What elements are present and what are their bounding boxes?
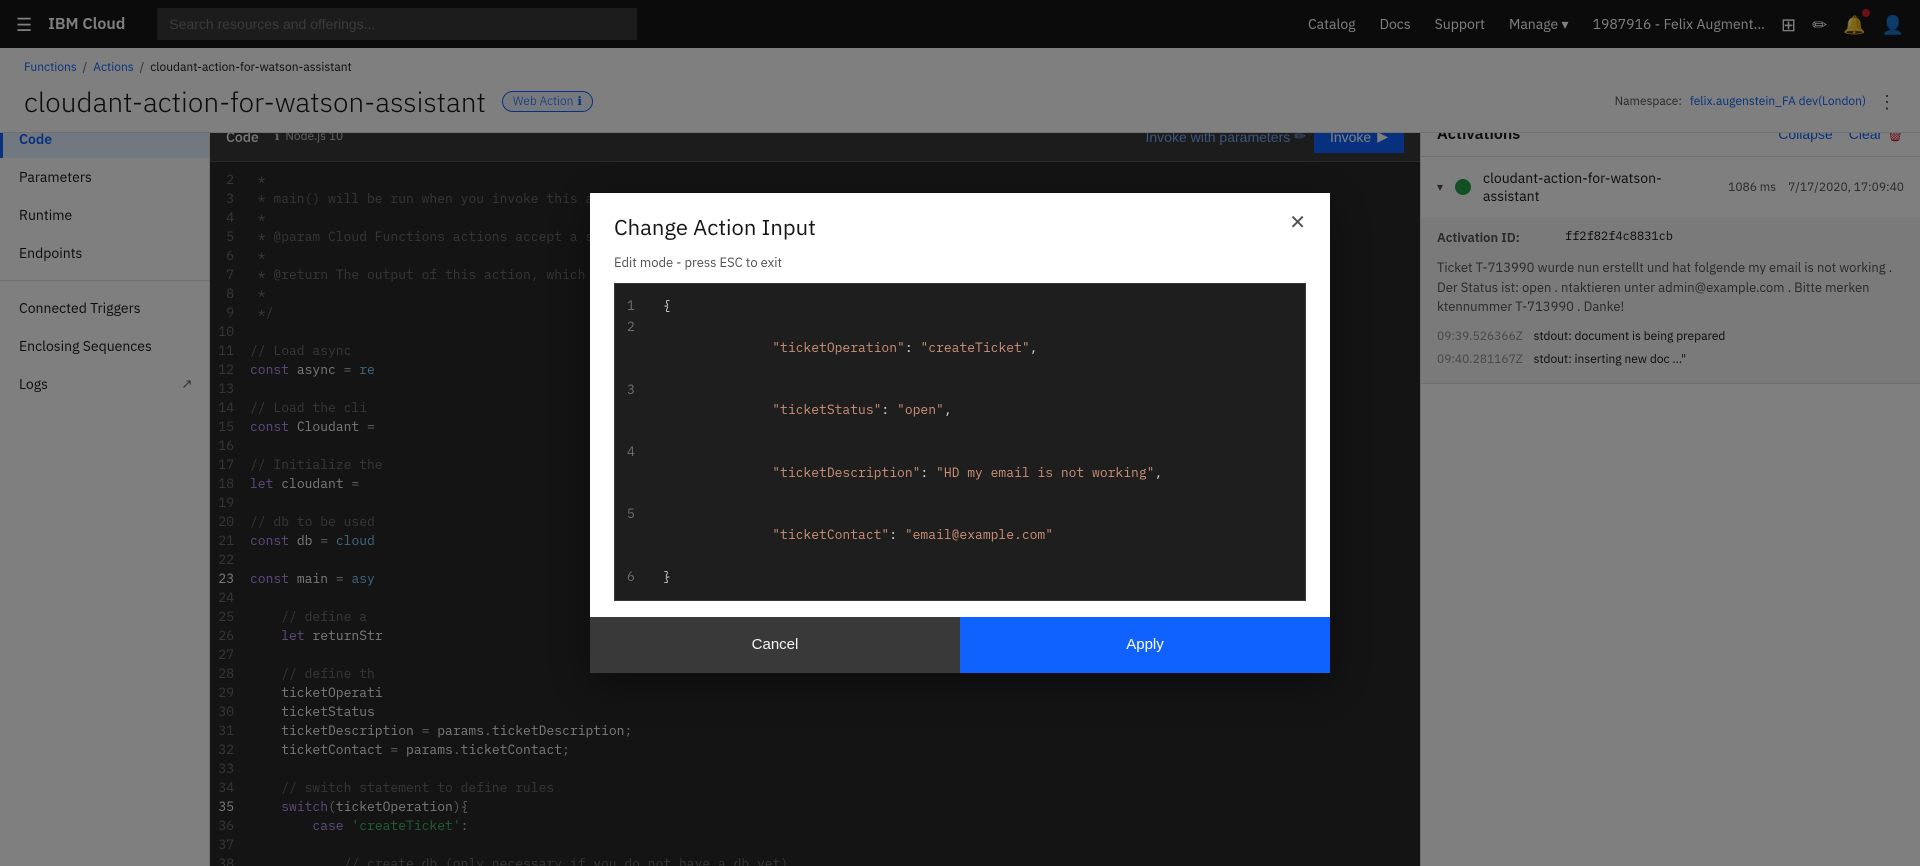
modal-overlay[interactable]: Change Action Input ✕ Edit mode - press … [0, 0, 1920, 866]
change-action-input-modal: Change Action Input ✕ Edit mode - press … [590, 193, 1330, 672]
modal-header: Change Action Input ✕ [590, 193, 1330, 254]
cancel-button[interactable]: Cancel [590, 617, 960, 673]
modal-title: Change Action Input [614, 213, 816, 242]
apply-button[interactable]: Apply [960, 617, 1330, 673]
modal-close-button[interactable]: ✕ [1289, 213, 1306, 233]
modal-editor[interactable]: 1 { 2 "ticketOperation": "createTicket",… [614, 283, 1306, 600]
modal-footer: Cancel Apply [590, 617, 1330, 673]
modal-subtitle: Edit mode - press ESC to exit [590, 254, 1330, 283]
modal-code-line: 3 "ticketStatus": "open", [627, 380, 1293, 442]
modal-code-line: 2 "ticketOperation": "createTicket", [627, 317, 1293, 379]
modal-code-line: 5 "ticketContact": "email@example.com" [627, 504, 1293, 566]
modal-code-line: 1 { [627, 296, 1293, 317]
modal-code-line: 4 "ticketDescription": "HD my email is n… [627, 442, 1293, 504]
modal-code-line: 6 } [627, 567, 1293, 588]
